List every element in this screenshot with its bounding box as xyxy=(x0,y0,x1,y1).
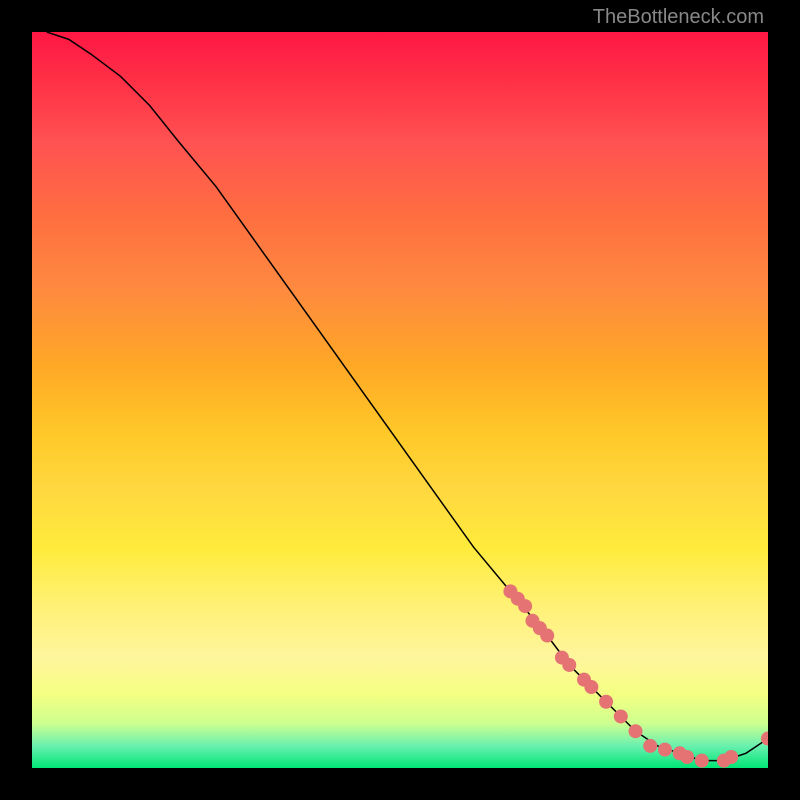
chart-svg xyxy=(32,32,768,768)
data-markers xyxy=(503,584,768,767)
marker-dot xyxy=(629,724,643,738)
marker-dot xyxy=(658,743,672,757)
marker-dot xyxy=(614,709,628,723)
marker-dot xyxy=(584,680,598,694)
marker-dot xyxy=(518,599,532,613)
chart-background xyxy=(32,32,768,768)
marker-dot xyxy=(599,695,613,709)
marker-dot xyxy=(540,629,554,643)
marker-dot xyxy=(680,750,694,764)
marker-dot xyxy=(643,739,657,753)
marker-dot xyxy=(695,754,709,768)
marker-dot xyxy=(724,750,738,764)
marker-dot xyxy=(562,658,576,672)
watermark-text: TheBottleneck.com xyxy=(593,6,764,29)
curve-line xyxy=(47,32,768,761)
marker-dot xyxy=(761,732,768,746)
